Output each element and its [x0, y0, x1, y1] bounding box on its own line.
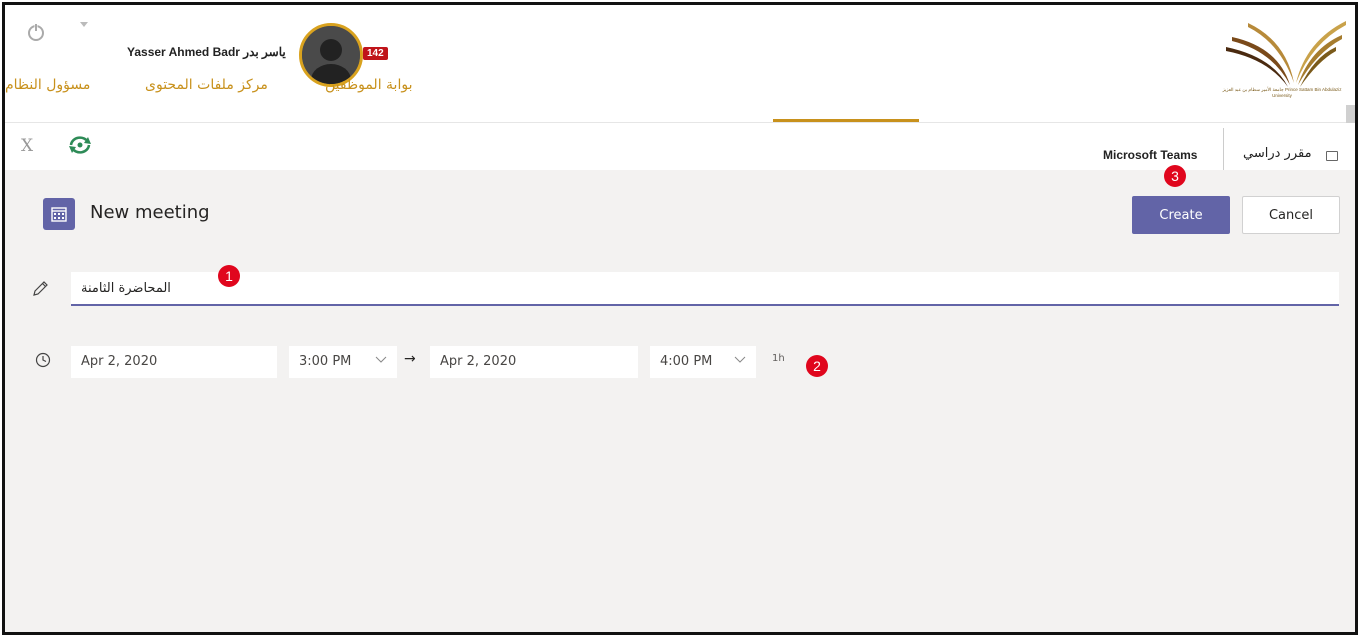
university-logo-text: جامعة الأمير سطام بن عبد العزيز Prince S… — [1222, 87, 1342, 98]
power-icon[interactable] — [25, 21, 47, 43]
start-time-value: 3:00 PM — [299, 354, 352, 369]
new-meeting-form: New meeting Create Cancel Apr 2, 2020 3:… — [5, 170, 1355, 632]
clock-icon — [35, 352, 51, 368]
scrollbar-stub[interactable] — [1346, 105, 1355, 123]
end-time-value: 4:00 PM — [660, 354, 713, 369]
chevron-down-icon[interactable] — [79, 21, 89, 29]
university-logo — [1226, 21, 1346, 87]
nav-system-admin[interactable]: مسؤول النظام — [5, 77, 90, 93]
start-time-select[interactable]: 3:00 PM — [289, 346, 397, 378]
page-title: New meeting — [90, 202, 210, 223]
chevron-down-icon — [734, 356, 746, 363]
tab-window-icon — [1326, 151, 1338, 161]
nav-active-indicator — [773, 119, 919, 122]
meeting-duration: 1h — [772, 353, 785, 364]
portal-header: Yasser Ahmed Badr ياسر بدر 142 بوابة الم… — [5, 5, 1355, 123]
arrow-right-icon: → — [404, 351, 416, 367]
calendar-icon — [43, 198, 75, 230]
step-marker-2: 2 — [806, 355, 828, 377]
create-button[interactable]: Create — [1132, 196, 1230, 234]
end-date-value: Apr 2, 2020 — [440, 354, 517, 369]
step-marker-3: 3 — [1164, 165, 1186, 187]
end-date-field[interactable]: Apr 2, 2020 — [430, 346, 638, 378]
browser-frame: Yasser Ahmed Badr ياسر بدر 142 بوابة الم… — [2, 2, 1358, 635]
teams-tab-label[interactable]: Microsoft Teams — [1103, 148, 1197, 162]
cancel-button[interactable]: Cancel — [1242, 196, 1340, 234]
nav-content-files-center[interactable]: مركز ملفات المحتوى — [145, 77, 268, 93]
meeting-title-input[interactable] — [71, 272, 1339, 306]
start-date-field[interactable]: Apr 2, 2020 — [71, 346, 277, 378]
close-button[interactable]: X — [21, 136, 33, 156]
user-silhouette-icon — [302, 26, 360, 84]
refresh-icon[interactable] — [67, 134, 93, 156]
start-date-value: Apr 2, 2020 — [81, 354, 158, 369]
end-time-select[interactable]: 4:00 PM — [650, 346, 756, 378]
user-name[interactable]: Yasser Ahmed Badr ياسر بدر — [127, 45, 286, 59]
step-marker-1: 1 — [218, 265, 240, 287]
nav-employee-portal[interactable]: بوابة الموظفين — [325, 77, 412, 93]
tab-course[interactable]: مقرر دراسي — [1243, 146, 1312, 161]
pencil-icon — [33, 281, 48, 296]
notification-badge[interactable]: 142 — [363, 47, 388, 60]
chevron-down-icon — [375, 356, 387, 363]
tab-divider — [1223, 128, 1224, 170]
tab-bar: X Microsoft Teams مقرر دراسي — [5, 124, 1355, 170]
